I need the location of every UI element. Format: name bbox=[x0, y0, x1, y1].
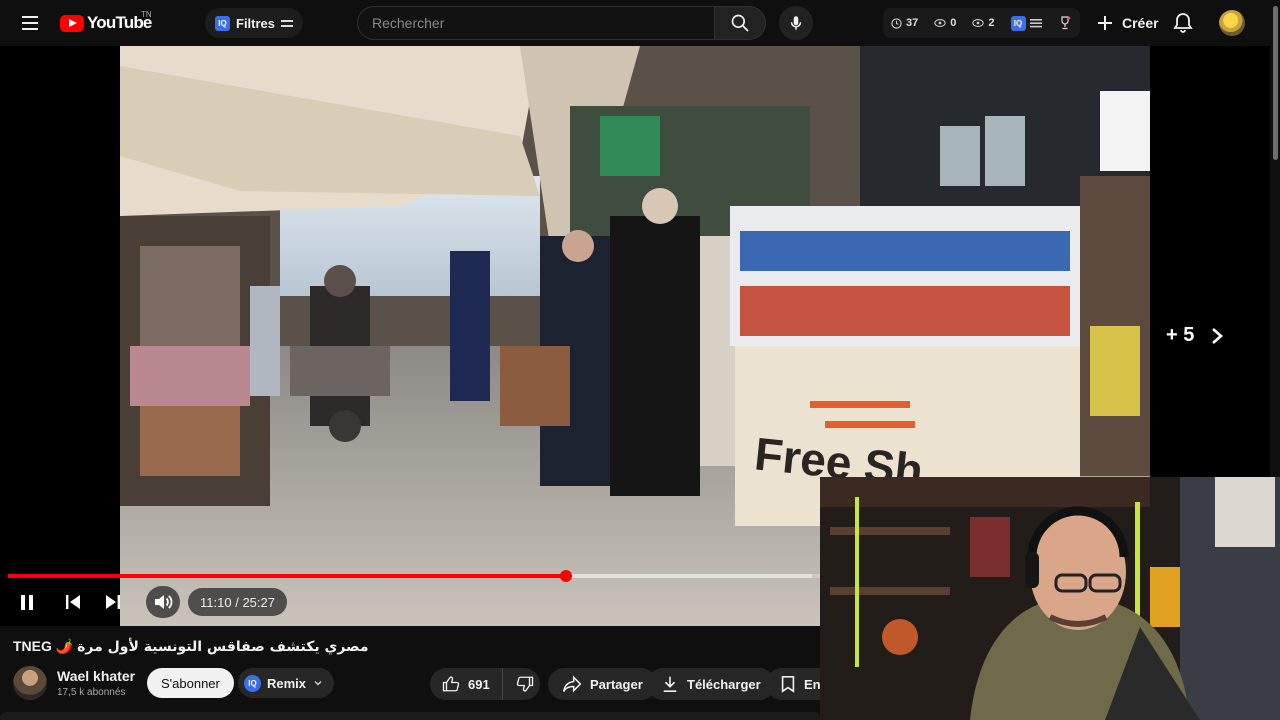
skip-next-icon bbox=[106, 595, 120, 609]
volume-button[interactable] bbox=[146, 586, 180, 618]
description-box-edge[interactable] bbox=[0, 712, 820, 720]
player-controls: 11:10 / 25:27 bbox=[0, 586, 820, 618]
scrollbar-thumb[interactable] bbox=[1273, 6, 1278, 160]
remix-button[interactable]: IQ Remix bbox=[238, 668, 335, 698]
chevron-right-icon bbox=[1212, 327, 1224, 344]
like-count: 691 bbox=[468, 676, 490, 692]
trophy-icon bbox=[1060, 16, 1070, 30]
skip-previous-icon bbox=[66, 595, 80, 609]
streamer-webcam-image bbox=[820, 477, 1280, 720]
progress-bar[interactable] bbox=[8, 570, 820, 582]
share-label: Partager bbox=[590, 676, 643, 692]
like-dislike-group: 691 bbox=[430, 668, 540, 700]
top-bar: YouTube TN IQ Filtres 37 0 2 IQ Créer bbox=[0, 0, 1280, 46]
share-button[interactable]: Partager bbox=[548, 668, 657, 700]
channel-name[interactable]: Wael khater bbox=[57, 668, 135, 684]
title-emoji: 🌶️ bbox=[55, 638, 74, 654]
list-icon bbox=[1029, 19, 1042, 28]
bell-icon bbox=[1173, 13, 1193, 33]
microphone-icon bbox=[790, 16, 802, 30]
search-input[interactable] bbox=[358, 7, 714, 39]
progress-played bbox=[8, 574, 567, 578]
more-videos-button[interactable]: + 5 bbox=[1166, 324, 1224, 347]
youtube-logo[interactable]: YouTube bbox=[60, 13, 152, 33]
video-title: TNEG 🌶️ مصري يكتشف صفاقس التونسية لأول م… bbox=[13, 638, 813, 655]
download-icon bbox=[663, 676, 677, 693]
iq-stats-icon: IQ bbox=[1010, 15, 1026, 31]
youtube-play-icon bbox=[60, 14, 84, 32]
extension-stats[interactable]: 37 0 2 IQ bbox=[883, 8, 1080, 38]
title-prefix: TNEG bbox=[13, 638, 52, 654]
next-button[interactable] bbox=[100, 586, 126, 618]
volume-icon bbox=[155, 595, 173, 609]
stat-watch-count: 37 bbox=[906, 17, 919, 29]
time-display: 11:10 / 25:27 bbox=[188, 588, 287, 616]
clock-icon bbox=[891, 17, 902, 29]
share-icon bbox=[562, 675, 582, 693]
time-current: 11:10 bbox=[200, 594, 232, 610]
webcam-overlay bbox=[820, 477, 1280, 720]
search-icon bbox=[731, 14, 749, 32]
thumbs-down-icon bbox=[517, 676, 534, 692]
subscribe-button[interactable]: S'abonner bbox=[147, 668, 234, 698]
stat-views-count: 0 bbox=[950, 17, 957, 29]
channel-avatar[interactable] bbox=[13, 666, 47, 700]
iq-remix-icon: IQ bbox=[244, 674, 261, 692]
subscriber-count: 17,5 k abonnés bbox=[57, 687, 126, 698]
dislike-button[interactable] bbox=[511, 668, 540, 700]
time-total: 25:27 bbox=[242, 594, 275, 610]
voice-search-button[interactable] bbox=[779, 6, 813, 40]
previous-button[interactable] bbox=[60, 586, 86, 618]
search-button[interactable] bbox=[714, 6, 766, 40]
eye-off-icon bbox=[972, 19, 985, 27]
remix-label: Remix bbox=[267, 675, 307, 691]
stat-hidden-count: 2 bbox=[988, 17, 995, 29]
logo-country-code: TN bbox=[141, 10, 152, 19]
download-label: Télécharger bbox=[687, 676, 761, 692]
thumbs-up-icon bbox=[442, 676, 460, 692]
chevron-down-icon bbox=[314, 680, 322, 686]
time-separator: / bbox=[235, 594, 239, 610]
sliders-icon bbox=[281, 18, 294, 28]
notifications-button[interactable] bbox=[1170, 11, 1196, 35]
download-button[interactable]: Télécharger bbox=[647, 668, 775, 700]
account-avatar[interactable] bbox=[1219, 10, 1245, 36]
create-label: Créer bbox=[1122, 15, 1159, 31]
filters-label: Filtres bbox=[236, 15, 276, 31]
iq-extension-icon: IQ bbox=[215, 15, 230, 31]
create-button[interactable]: Créer bbox=[1090, 6, 1171, 40]
pause-button[interactable] bbox=[14, 586, 40, 618]
hamburger-icon[interactable] bbox=[18, 12, 42, 34]
search-box bbox=[357, 6, 714, 40]
like-button[interactable]: 691 bbox=[430, 668, 503, 700]
bookmark-icon bbox=[781, 675, 795, 693]
plus-icon bbox=[1098, 16, 1112, 30]
more-videos-count: + 5 bbox=[1166, 324, 1195, 346]
filters-button[interactable]: IQ Filtres bbox=[205, 8, 304, 38]
title-arabic: مصري يكتشف صفاقس التونسية لأول مرة bbox=[77, 639, 369, 655]
channel-row: Wael khater 17,5 k abonnés S'abonner IQ … bbox=[0, 662, 863, 706]
eye-icon bbox=[934, 19, 946, 27]
